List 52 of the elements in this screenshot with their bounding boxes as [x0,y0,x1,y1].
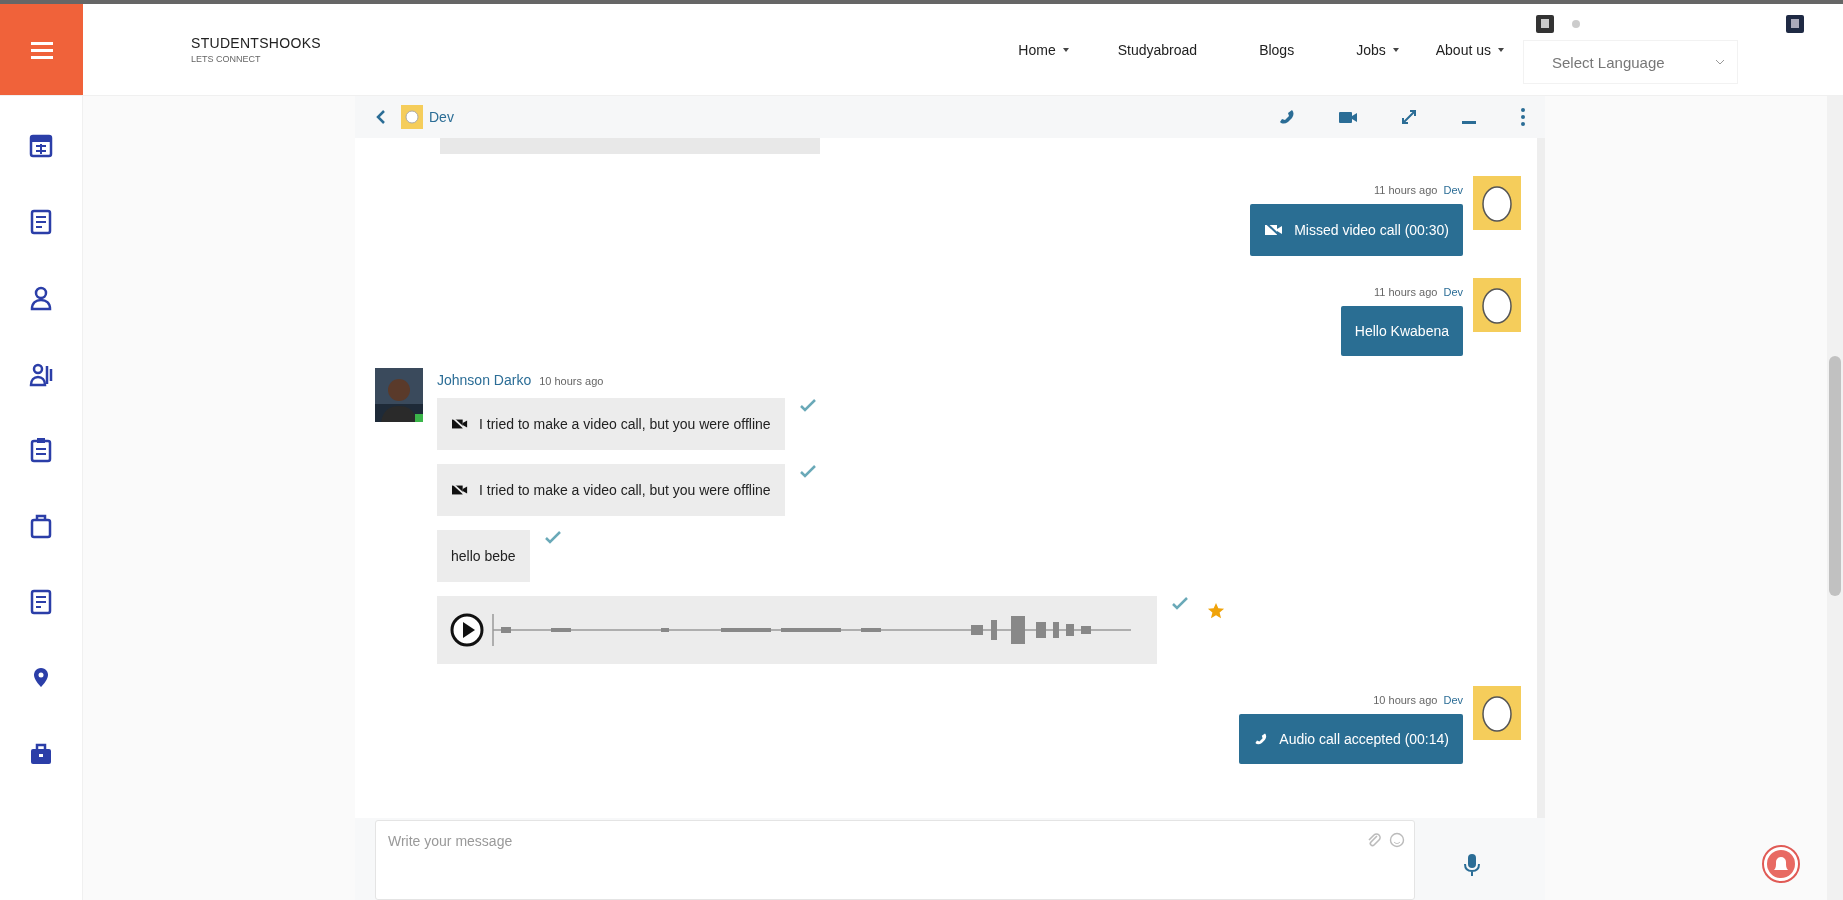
message-time: 10 hours ago [539,375,604,387]
message-time: 11 hours ago [1374,184,1438,196]
caret-icon [1391,45,1400,54]
more-icon[interactable] [1519,106,1527,128]
video-off-icon [451,482,469,498]
caret-icon [1061,45,1070,54]
nav-link[interactable]: Studyabroad [1099,41,1242,58]
message-bubble: Missed video call (00:30) [1250,204,1463,256]
author-name[interactable]: Johnson Darko [437,372,532,388]
back-icon[interactable] [375,109,387,125]
calendar-icon[interactable] [28,132,54,160]
message-bubble: I tried to make a video call, but you were offline [437,398,785,450]
star-icon[interactable] [1207,602,1225,620]
author-name[interactable]: Dev [1443,694,1463,706]
user-icon[interactable] [28,284,54,312]
message-bubble: Hello Kwabena [1340,306,1463,356]
language-select[interactable]: Select Language [1523,40,1738,84]
notes-icon[interactable] [28,588,54,616]
nav-link[interactable]: Home [1000,41,1100,58]
play-button[interactable] [449,612,485,648]
avatar-icon [1473,278,1521,332]
message-time: 11 hours ago [1374,286,1438,298]
notification-button[interactable] [1761,844,1801,884]
square-icon[interactable] [1535,14,1555,34]
clipboard-icon[interactable] [28,436,54,464]
scrollbar-thumb[interactable] [1829,356,1841,596]
avatar-icon [401,105,423,129]
nav-link[interactable]: About us [1417,41,1523,58]
chevron-icon [1715,58,1725,66]
message-bubble: Audio call accepted (00:14) [1239,714,1463,764]
bag-icon[interactable] [28,512,54,540]
brand-title[interactable]: STUDENTSHOOKS [191,35,321,51]
message-bubble: I tried to make a video call, but you were offline [437,464,785,516]
expand-icon[interactable] [1399,107,1419,127]
brand-tagline: LETS CONNECT [191,54,262,64]
caret-icon [1497,45,1505,54]
contact-name[interactable]: Dev [429,109,454,125]
nav-link[interactable]: Blogs [1241,41,1339,58]
menu-button[interactable] [0,4,83,95]
video-off-icon [451,416,469,432]
avatar-icon [1473,176,1521,230]
microphone-icon[interactable] [1463,852,1481,878]
avatar-icon [1473,686,1521,740]
author-name[interactable]: Dev [1443,286,1463,298]
menu-icon [28,39,55,60]
message-bubble: hello bebe [437,530,530,582]
document-icon[interactable] [28,208,54,236]
square-icon[interactable] [1785,14,1805,34]
author-name[interactable]: Dev [1443,184,1463,196]
nav-link[interactable]: Jobs [1338,41,1418,58]
dot-icon [1571,19,1581,29]
message-time: 10 hours ago [1373,694,1438,706]
